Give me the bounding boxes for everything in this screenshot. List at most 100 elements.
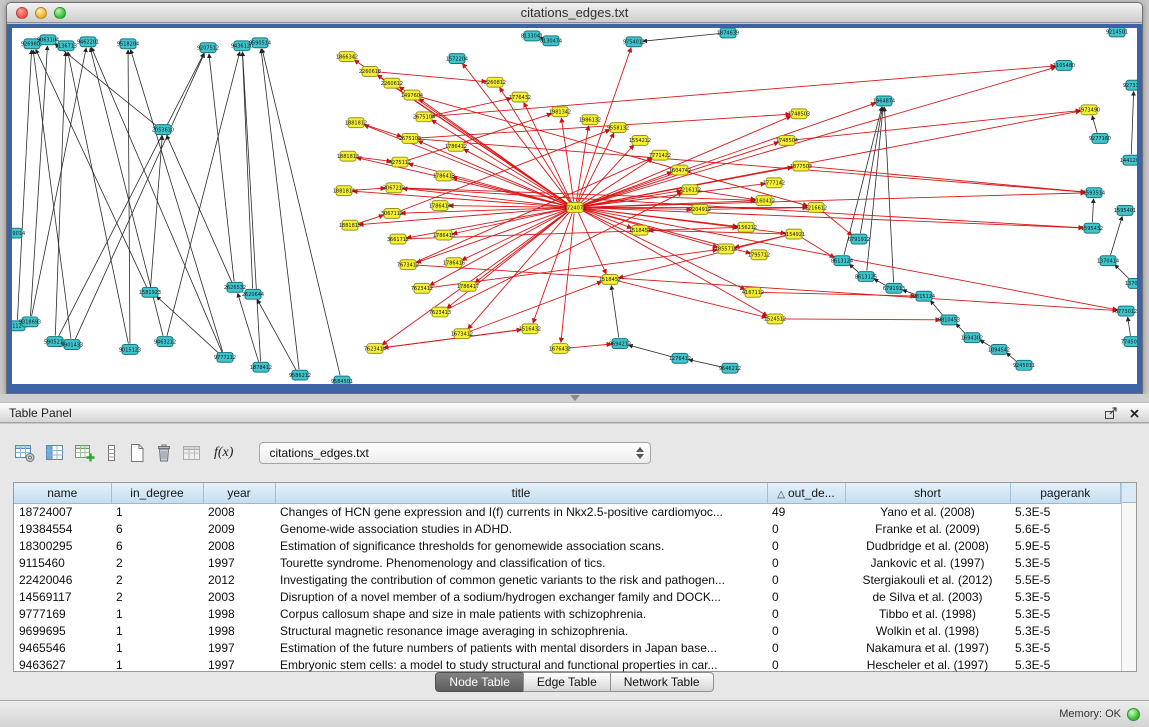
graph-edge[interactable] (257, 300, 296, 370)
graph-edge[interactable] (795, 111, 1080, 140)
graph-node[interactable]: 9518204 (117, 39, 139, 49)
graph-edge[interactable] (409, 164, 568, 206)
graph-node[interactable]: 1881812 (345, 118, 367, 128)
graph-node[interactable]: 7771422 (649, 150, 671, 160)
graph-node[interactable]: 1881815 (339, 220, 361, 230)
graph-node[interactable]: 8130474 (540, 36, 562, 46)
graph-node[interactable]: 1986132 (579, 115, 601, 125)
graph-node[interactable]: 1878412 (250, 362, 272, 372)
graph-node[interactable]: 1881813 (337, 151, 359, 161)
graph-node[interactable]: 4275112 (389, 157, 411, 167)
graph-node[interactable]: 2260812 (484, 77, 506, 87)
graph-edge[interactable] (809, 167, 1085, 192)
graph-node[interactable]: 1595432 (1081, 223, 1103, 233)
graph-edge[interactable] (31, 46, 48, 316)
graph-node[interactable]: 9277160 (1089, 134, 1111, 144)
graph-edge[interactable] (420, 97, 808, 206)
graph-edge[interactable] (801, 237, 834, 258)
graph-node[interactable]: 9754012 (623, 37, 645, 47)
graph-node[interactable]: 2053610 (152, 125, 174, 135)
show-columns-icon[interactable] (45, 441, 65, 465)
graph-node[interactable]: 9214501 (1106, 28, 1128, 37)
graph-node[interactable]: 1786413 (433, 171, 455, 181)
new-table-icon[interactable] (128, 441, 146, 465)
graph-node[interactable]: 4167112 (742, 287, 764, 297)
graph-node[interactable]: 1786416 (443, 258, 465, 268)
graph-node[interactable]: 9777212 (214, 352, 236, 362)
graph-node[interactable]: 1216612 (805, 203, 827, 213)
graph-node[interactable]: 1518451 (629, 225, 651, 235)
graph-node[interactable]: 9590514 (249, 38, 271, 48)
graph-edge[interactable] (500, 88, 571, 203)
graph-edge[interactable] (468, 212, 570, 329)
graph-node[interactable]: 3216112 (679, 185, 701, 195)
graph-node[interactable]: 9694212 (609, 339, 631, 349)
graph-node[interactable]: 1518452 (599, 275, 621, 285)
graph-edge[interactable] (407, 209, 567, 238)
graph-node[interactable]: 1973490 (1078, 105, 1100, 115)
graph-edge[interactable] (930, 301, 943, 316)
table-row[interactable]: 1830029562008Estimation of significance … (14, 537, 1121, 554)
graph-node[interactable]: 1094542 (988, 345, 1010, 355)
graph-node[interactable]: 5901433 (61, 340, 83, 350)
graph-edge[interactable] (629, 345, 673, 357)
graph-node[interactable]: 9015123 (119, 345, 141, 355)
graph-edge[interactable] (956, 324, 966, 334)
graph-edge[interactable] (576, 126, 588, 202)
delete-table-icon[interactable] (155, 441, 173, 465)
graph-node[interactable]: 1964874 (873, 96, 895, 106)
graph-edge[interactable] (447, 211, 569, 308)
graph-node[interactable]: 1777142 (763, 178, 785, 188)
graph-edge[interactable] (356, 157, 391, 162)
graph-edge[interactable] (432, 66, 1055, 116)
graph-edge[interactable] (1111, 217, 1123, 256)
graph-node[interactable]: 1673412 (451, 329, 473, 339)
graph-edge[interactable] (352, 188, 385, 190)
table-vertical-scrollbar[interactable] (1121, 483, 1136, 671)
graph-edge[interactable] (32, 48, 87, 316)
graph-edge[interactable] (36, 50, 147, 287)
graph-node[interactable]: 2626532 (224, 282, 246, 292)
graph-node[interactable]: 7623412 (411, 283, 433, 293)
graph-node[interactable]: 6791912 (848, 234, 870, 244)
graph-edge[interactable] (611, 286, 618, 338)
table-row[interactable]: 2242004622012Investigating the contribut… (14, 571, 1121, 588)
graph-edge[interactable] (33, 50, 71, 339)
graph-node[interactable]: 1981342 (549, 107, 571, 117)
graph-edge[interactable] (579, 133, 614, 202)
graph-node[interactable]: 1441203 (1120, 155, 1137, 165)
network-canvas[interactable]: 9269805906310491367139462201951820492075… (12, 28, 1137, 384)
graph-node[interactable]: 1370432 (1125, 278, 1137, 288)
graph-node[interactable]: 9558132 (607, 123, 629, 133)
graph-node[interactable]: 1572204 (446, 54, 468, 64)
column-header-pagerank[interactable]: pagerank (1010, 483, 1121, 503)
graph-node[interactable]: 1581923 (139, 287, 161, 297)
close-panel-icon[interactable] (1129, 408, 1140, 419)
graph-node[interactable]: 9136713 (55, 41, 77, 51)
import-table-icon[interactable] (182, 441, 202, 465)
column-header-short[interactable]: short (845, 483, 1010, 503)
graph-node[interactable]: 7745012 (1121, 337, 1137, 347)
graph-node[interactable]: 1276412 (669, 353, 691, 363)
table-row[interactable]: 1938455462009Genome-wide association stu… (14, 520, 1121, 537)
table-row[interactable]: 911546021997Tourette syndrome. Phenomeno… (14, 554, 1121, 571)
table-row[interactable]: 969969511998Structural magnetic resonanc… (14, 622, 1121, 639)
graph-node[interactable]: 1795712 (748, 250, 770, 260)
graph-node[interactable]: 2675104 (413, 112, 435, 122)
table-row[interactable]: 946554611997Estimation of the future num… (14, 639, 1121, 656)
graph-node[interactable]: 1694302 (961, 333, 983, 343)
column-header-out-de-[interactable]: △out_de... (767, 483, 845, 503)
graph-edge[interactable] (131, 50, 223, 352)
tab-network-table[interactable]: Network Table (610, 672, 714, 692)
graph-node[interactable]: 1786412 (445, 141, 467, 151)
graph-node[interactable]: 1604742 (669, 165, 691, 175)
graph-node[interactable]: 1497604 (401, 90, 423, 100)
graph-edge[interactable] (1092, 199, 1093, 222)
graph-node[interactable]: 9245011 (1013, 360, 1035, 370)
graph-node[interactable]: 2204912 (689, 205, 711, 215)
graph-edge[interactable] (1131, 92, 1133, 155)
graph-node[interactable]: 8613124 (831, 256, 853, 266)
graph-node[interactable]: 6791913 (883, 283, 905, 293)
graph-node[interactable]: 6773012 (1115, 306, 1137, 316)
graph-node[interactable]: 8613125 (855, 272, 877, 282)
